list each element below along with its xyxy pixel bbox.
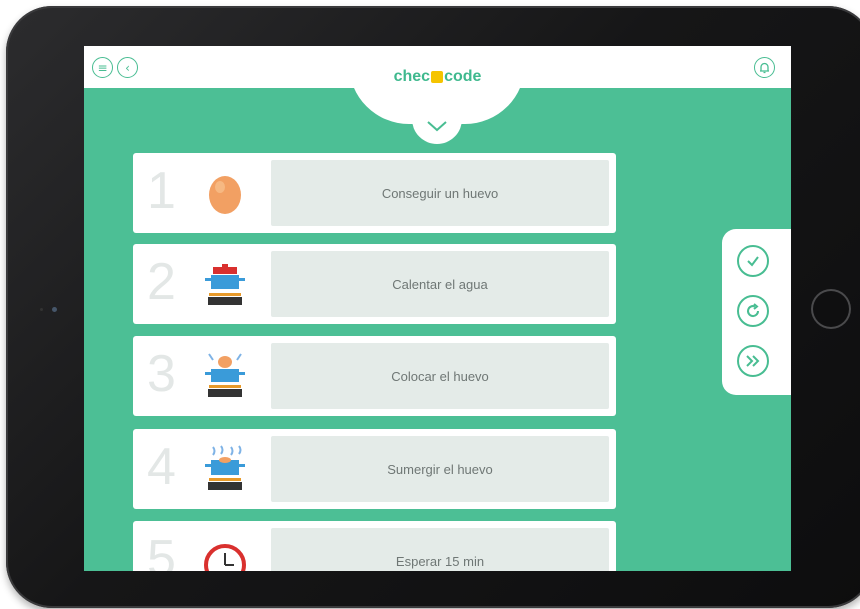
chevron-down-icon xyxy=(427,121,447,132)
app-screen: chec code ≡ ‹ 1 Conseguir un huevo 2 Cale… xyxy=(84,46,791,571)
step-number: 1 xyxy=(147,162,176,220)
crown-icon xyxy=(431,70,444,83)
step-card[interactable]: 5 Esperar 15 min xyxy=(133,521,616,571)
step-number: 3 xyxy=(147,345,176,403)
boiling-egg-icon xyxy=(201,445,249,493)
logo-text-left: chec xyxy=(393,68,431,85)
step-label: Sumergir el huevo xyxy=(271,436,609,502)
step-card[interactable]: 4 Sumergir el huevo xyxy=(133,429,616,509)
front-sensor xyxy=(40,308,43,311)
step-label: Conseguir un huevo xyxy=(271,160,609,226)
back-icon[interactable]: ‹ xyxy=(117,57,138,78)
step-card[interactable]: 3 Colocar el huevo xyxy=(133,336,616,416)
action-panel xyxy=(722,229,791,395)
clock-icon xyxy=(201,537,249,571)
step-number: 5 xyxy=(147,530,176,571)
app-logo: chec code xyxy=(84,68,791,86)
steps-dropdown-toggle[interactable] xyxy=(412,108,462,144)
front-camera xyxy=(52,307,57,312)
bell-icon[interactable] xyxy=(754,57,775,78)
egg-into-pot-icon xyxy=(201,352,249,400)
check-button[interactable] xyxy=(737,245,769,277)
menu-icon[interactable]: ≡ xyxy=(92,57,113,78)
pot-on-stove-icon xyxy=(201,260,249,308)
check-icon xyxy=(747,256,759,267)
step-label: Colocar el huevo xyxy=(271,343,609,409)
step-label: Calentar el agua xyxy=(271,251,609,317)
egg-icon xyxy=(201,169,249,217)
restart-button[interactable] xyxy=(737,295,769,327)
home-button[interactable] xyxy=(811,289,851,329)
logo-text-right: code xyxy=(444,68,482,85)
step-label: Esperar 15 min xyxy=(271,528,609,571)
step-number: 4 xyxy=(147,438,176,496)
step-card[interactable]: 1 Conseguir un huevo xyxy=(133,153,616,233)
step-card[interactable]: 2 Calentar el agua xyxy=(133,244,616,324)
restart-icon xyxy=(747,303,760,318)
step-number: 2 xyxy=(147,253,176,311)
fast-forward-button[interactable] xyxy=(737,345,769,377)
fast-forward-icon xyxy=(746,355,760,367)
